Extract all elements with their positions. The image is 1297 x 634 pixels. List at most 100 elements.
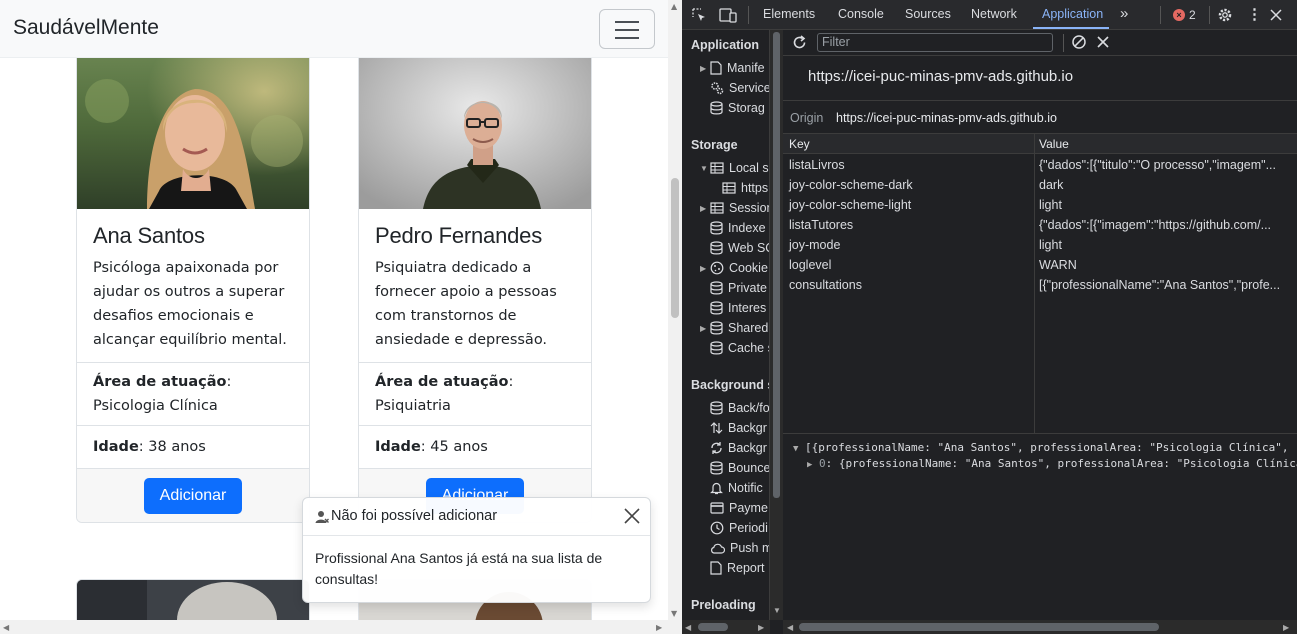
refresh-icon[interactable]: [792, 35, 807, 50]
table-header: Key Value: [783, 134, 1297, 154]
table-row[interactable]: joy-color-scheme-dark dark: [783, 175, 1297, 195]
sidebar-item-background-sync[interactable]: Backgr: [710, 438, 767, 458]
scroll-right-icon[interactable]: ▶: [1283, 623, 1289, 632]
toast-title: Não foi possível adicionar: [331, 508, 498, 524]
scroll-left-icon[interactable]: ◀: [3, 623, 9, 632]
column-header-value[interactable]: Value: [1039, 137, 1069, 151]
scroll-right-icon[interactable]: ▶: [758, 623, 764, 632]
fetch-arrows-icon: [710, 422, 723, 434]
table-row[interactable]: loglevel WARN: [783, 255, 1297, 275]
database-icon: [710, 221, 723, 235]
sidebar-item-cache-storage[interactable]: Cache s: [710, 338, 769, 358]
sidebar-item-push-messaging[interactable]: Push m: [710, 538, 769, 558]
scroll-right-icon[interactable]: ▶: [656, 623, 662, 632]
expand-arrow-icon[interactable]: ▶: [700, 264, 710, 273]
preview-line[interactable]: ▶ 0: {professionalName: "Ana Santos", pr…: [807, 457, 1297, 470]
brand-logo[interactable]: SaudávelMente: [13, 16, 159, 40]
devtools-tab-bar: Elements Console Sources Network Applica…: [682, 0, 1297, 30]
area-value: Psicologia Clínica: [93, 398, 218, 414]
expand-arrow-icon[interactable]: ▶: [807, 460, 812, 470]
professional-description: Psicóloga apaixonada por ajudar os outro…: [93, 260, 287, 348]
table-row[interactable]: joy-mode light: [783, 235, 1297, 255]
expand-arrow-icon[interactable]: ▶: [700, 204, 710, 213]
tab-elements[interactable]: Elements: [763, 7, 815, 21]
sidebar-item-shared-storage[interactable]: ▶ Shared: [700, 318, 768, 338]
sidebar-item-payment-handler[interactable]: Payme: [710, 498, 768, 518]
scrollbar-thumb[interactable]: [773, 32, 780, 498]
scroll-down-icon[interactable]: ▼: [773, 606, 781, 615]
column-header-key[interactable]: Key: [789, 137, 810, 151]
sidebar-section-background-services: Background se: [691, 378, 769, 392]
sidebar-item-interest-groups[interactable]: Interes: [710, 298, 766, 318]
table-row[interactable]: listaTutores {"dados":[{"imagem":"https:/…: [783, 215, 1297, 235]
bell-icon: [710, 482, 723, 495]
expand-arrow-icon[interactable]: ▶: [700, 64, 710, 73]
device-toolbar-icon[interactable]: [719, 7, 737, 23]
sidebar-item-back-forward-cache[interactable]: Back/fo: [710, 398, 769, 418]
sidebar-scrollbar[interactable]: ▼: [770, 30, 783, 620]
table-row[interactable]: listaLivros {"dados":[{"titulo":"O proces…: [783, 155, 1297, 175]
sidebar-item-label: Backgr: [728, 421, 767, 435]
sidebar-item-periodic-background-sync[interactable]: Periodi: [710, 518, 768, 538]
table-row[interactable]: consultations [{"professionalName":"Ana S…: [783, 275, 1297, 295]
inspect-element-icon[interactable]: [691, 7, 707, 23]
sidebar-item-label: Backgr: [728, 441, 767, 455]
error-count[interactable]: 2: [1189, 8, 1196, 22]
sidebar-item-private-state-tokens[interactable]: Private: [710, 278, 767, 298]
tab-console[interactable]: Console: [838, 7, 884, 21]
scrollbar-thumb[interactable]: [698, 623, 728, 631]
sidebar-item-web-sql[interactable]: Web SC: [710, 238, 769, 258]
preview-index: 0: [819, 457, 826, 470]
preview-line[interactable]: ▼ [{professionalName: "Ana Santos", prof…: [793, 441, 1289, 454]
expand-arrow-icon[interactable]: ▶: [700, 324, 710, 333]
tab-network[interactable]: Network: [971, 7, 1017, 21]
settings-gear-icon[interactable]: [1217, 7, 1233, 23]
collapse-arrow-icon[interactable]: ▼: [793, 444, 798, 454]
sidebar-item-indexeddb[interactable]: Indexe: [710, 218, 766, 238]
sidebar-item-bounce-tracking[interactable]: Bounce: [710, 458, 769, 478]
area-item: Área de atuação: Psiquiatria: [359, 362, 591, 425]
scroll-up-icon[interactable]: ▲: [671, 2, 677, 11]
row-key: joy-mode: [789, 238, 841, 252]
close-devtools-icon[interactable]: [1270, 9, 1282, 21]
sidebar-item-cookies[interactable]: ▶ Cookie: [700, 258, 768, 278]
tab-application[interactable]: Application: [1042, 7, 1103, 21]
sidebar-item-service-workers[interactable]: Service: [710, 78, 769, 98]
collapse-arrow-icon[interactable]: ▼: [700, 164, 710, 173]
more-options-icon[interactable]: ⋮: [1247, 5, 1262, 23]
page-horizontal-scrollbar[interactable]: ◀ ▶: [0, 620, 682, 634]
close-icon[interactable]: [622, 506, 642, 526]
sidebar-horizontal-scrollbar[interactable]: ◀ ▶: [682, 620, 770, 634]
scroll-down-icon[interactable]: ▼: [671, 609, 677, 618]
sidebar-item-notifications[interactable]: Notific: [710, 478, 763, 498]
sidebar-item-local-storage[interactable]: ▼ Local s: [700, 158, 769, 178]
area-value: Psiquiatria: [375, 398, 451, 414]
error-icon[interactable]: ×: [1173, 9, 1185, 21]
sidebar-item-background-fetch[interactable]: Backgr: [710, 418, 767, 438]
scroll-left-icon[interactable]: ◀: [685, 623, 691, 632]
web-page: Ana Santos Psicóloga apaixonada por ajud…: [0, 0, 682, 634]
tab-sources[interactable]: Sources: [905, 7, 951, 21]
sidebar-item-label: Payme: [729, 501, 768, 515]
sidebar-item-reporting-api[interactable]: Report: [710, 558, 765, 578]
storage-origin-title: https://icei-puc-minas-pmv-ads.github.io: [808, 68, 1074, 85]
menu-toggle-button[interactable]: [599, 9, 655, 49]
table-row[interactable]: joy-color-scheme-light light: [783, 195, 1297, 215]
more-tabs-icon[interactable]: »: [1120, 5, 1128, 22]
add-button[interactable]: Adicionar: [144, 478, 242, 514]
sidebar-item-session-storage[interactable]: ▶ Session: [700, 198, 769, 218]
professional-card-ana: Ana Santos Psicóloga apaixonada por ajud…: [76, 40, 310, 523]
sidebar-item-storage[interactable]: Storag: [710, 98, 765, 118]
scroll-left-icon[interactable]: ◀: [787, 623, 793, 632]
filter-input[interactable]: Filter: [817, 33, 1053, 52]
delete-selected-icon[interactable]: [1097, 36, 1109, 48]
page-vertical-scrollbar[interactable]: ▲ ▼: [668, 0, 682, 620]
toolbar-divider: [1160, 6, 1161, 24]
preview-horizontal-scrollbar[interactable]: ◀ ▶: [783, 620, 1297, 634]
sidebar-item-local-storage-origin[interactable]: https: [722, 178, 768, 198]
navbar: SaudávelMente: [0, 0, 668, 58]
scrollbar-thumb[interactable]: [799, 623, 1159, 631]
sidebar-item-manifest[interactable]: ▶ Manife: [700, 58, 765, 78]
clear-all-icon[interactable]: [1071, 34, 1087, 50]
scrollbar-thumb[interactable]: [671, 178, 679, 318]
